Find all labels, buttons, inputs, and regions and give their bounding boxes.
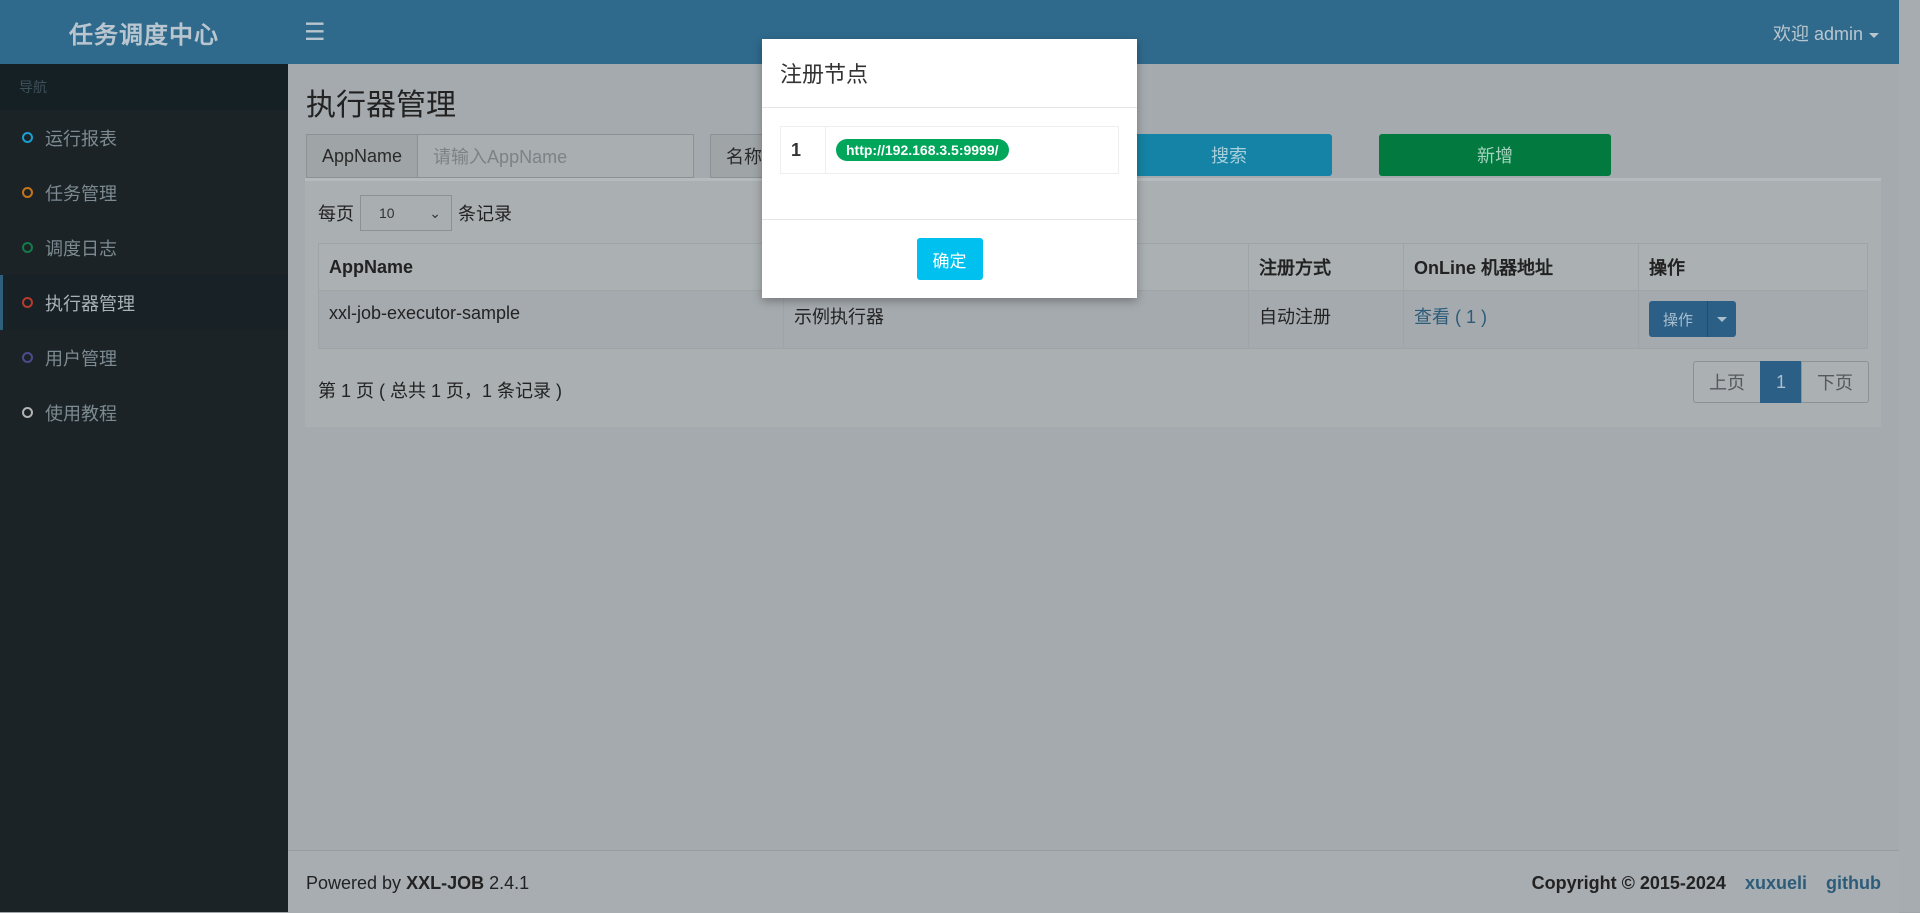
node-row: 1 http://192.168.3.5:9999/ [780, 126, 1119, 174]
cell-actions: 操作 [1638, 290, 1868, 349]
operation-button[interactable]: 操作 [1649, 301, 1709, 337]
circle-icon [22, 132, 33, 143]
modal-title: 注册节点 [762, 39, 1137, 108]
circle-icon [22, 407, 33, 418]
page-title: 执行器管理 [306, 89, 456, 122]
nav-header: 导航 [0, 64, 288, 110]
author-link[interactable]: xuxueli [1745, 873, 1807, 893]
copyright: Copyright © 2015-2024 xuxueli github [1532, 873, 1881, 894]
chevron-down-icon: ⌄ [429, 204, 441, 221]
appname-input[interactable]: 请输入AppName [418, 135, 694, 177]
sidebar-item-label: 任务管理 [45, 183, 117, 204]
page-length-control: 每页 10 ⌄ 条记录 [318, 195, 512, 231]
github-link[interactable]: github [1826, 873, 1881, 893]
brand-logo[interactable]: 任务调度中心 [0, 0, 288, 64]
next-page-button[interactable]: 下页 [1801, 361, 1869, 403]
registered-nodes-modal: 注册节点 1 http://192.168.3.5:9999/ 确定 [762, 39, 1137, 298]
cell-register-type: 自动注册 [1248, 290, 1404, 349]
product-name: XXL-JOB [406, 873, 485, 893]
column-header[interactable]: AppName [318, 243, 784, 291]
node-table: 1 http://192.168.3.5:9999/ [780, 126, 1119, 174]
cell-name: 示例执行器 [783, 290, 1249, 349]
sidebar-item-label: 调度日志 [45, 238, 117, 259]
column-header: 操作 [1638, 243, 1868, 291]
sidebar-item-label: 用户管理 [45, 348, 117, 369]
footer: Powered by XXL-JOB 2.4.1 Copyright © 201… [288, 850, 1899, 913]
node-address-cell: http://192.168.3.5:9999/ [825, 126, 1119, 174]
table-info: 第 1 页 ( 总共 1 页，1 条记录 ) [318, 381, 563, 401]
menu-toggle-icon[interactable]: ☰ [304, 18, 326, 47]
sidebar-item-report[interactable]: 运行报表 [0, 110, 288, 165]
operation-dropdown-toggle[interactable] [1708, 301, 1736, 337]
add-button[interactable]: 新增 [1379, 134, 1611, 176]
circle-icon [22, 242, 33, 253]
sidebar-item-executors[interactable]: 执行器管理 [0, 275, 288, 330]
sidebar-item-label: 使用教程 [45, 403, 117, 424]
caret-down-icon [1717, 316, 1728, 322]
appname-search-group: AppName 请输入AppName [306, 134, 695, 178]
cell-appname: xxl-job-executor-sample [318, 290, 784, 349]
length-prefix: 每页 [318, 204, 354, 224]
appname-label: AppName [307, 135, 419, 177]
circle-icon [22, 187, 33, 198]
sidebar-item-label: 执行器管理 [45, 293, 135, 314]
modal-body: 1 http://192.168.3.5:9999/ [762, 108, 1137, 220]
user-menu-label: 欢迎 admin [1772, 24, 1863, 44]
sidebar-item-tutorial[interactable]: 使用教程 [0, 385, 288, 440]
circle-icon [22, 352, 33, 363]
column-header[interactable]: 注册方式 [1248, 243, 1404, 291]
copyright-text: Copyright © 2015-2024 [1531, 873, 1726, 893]
confirm-button[interactable]: 确定 [916, 238, 983, 280]
user-menu[interactable]: 欢迎 admin [1773, 20, 1879, 46]
sidebar-item-logs[interactable]: 调度日志 [0, 220, 288, 275]
pagination: 上页 1 下页 [1692, 361, 1869, 403]
page-button-current[interactable]: 1 [1759, 361, 1802, 403]
modal-footer: 确定 [762, 220, 1137, 298]
product-version: 2.4.1 [484, 873, 530, 893]
sidebar-item-label: 运行报表 [45, 128, 117, 149]
sidebar-item-users[interactable]: 用户管理 [0, 330, 288, 385]
sidebar-item-jobs[interactable]: 任务管理 [0, 165, 288, 220]
column-header[interactable]: OnLine 机器地址 [1403, 243, 1639, 291]
page-length-select[interactable]: 10 ⌄ [360, 195, 452, 231]
powered-by: Powered by XXL-JOB 2.4.1 [306, 873, 529, 894]
search-button[interactable]: 搜索 [1126, 134, 1332, 176]
node-address-badge: http://192.168.3.5:9999/ [836, 139, 1009, 161]
powered-prefix: Powered by [306, 873, 407, 893]
circle-icon [22, 297, 33, 308]
cell-online: 查看 ( 1 ) [1403, 290, 1639, 349]
operation-button-group: 操作 [1649, 301, 1737, 337]
scrollbar[interactable] [1899, 0, 1920, 912]
length-suffix: 条记录 [458, 204, 512, 224]
caret-down-icon [1869, 32, 1879, 38]
table-row: xxl-job-executor-sample 示例执行器 自动注册 查看 ( … [318, 290, 1868, 349]
page-length-value: 10 [379, 205, 395, 221]
view-online-link[interactable]: 查看 ( 1 ) [1414, 307, 1487, 327]
prev-page-button[interactable]: 上页 [1692, 361, 1761, 403]
sidebar: 任务调度中心 导航 运行报表 任务管理 调度日志 执行器管理 用户管理 使用教程 [0, 0, 288, 912]
node-index: 1 [780, 126, 826, 174]
